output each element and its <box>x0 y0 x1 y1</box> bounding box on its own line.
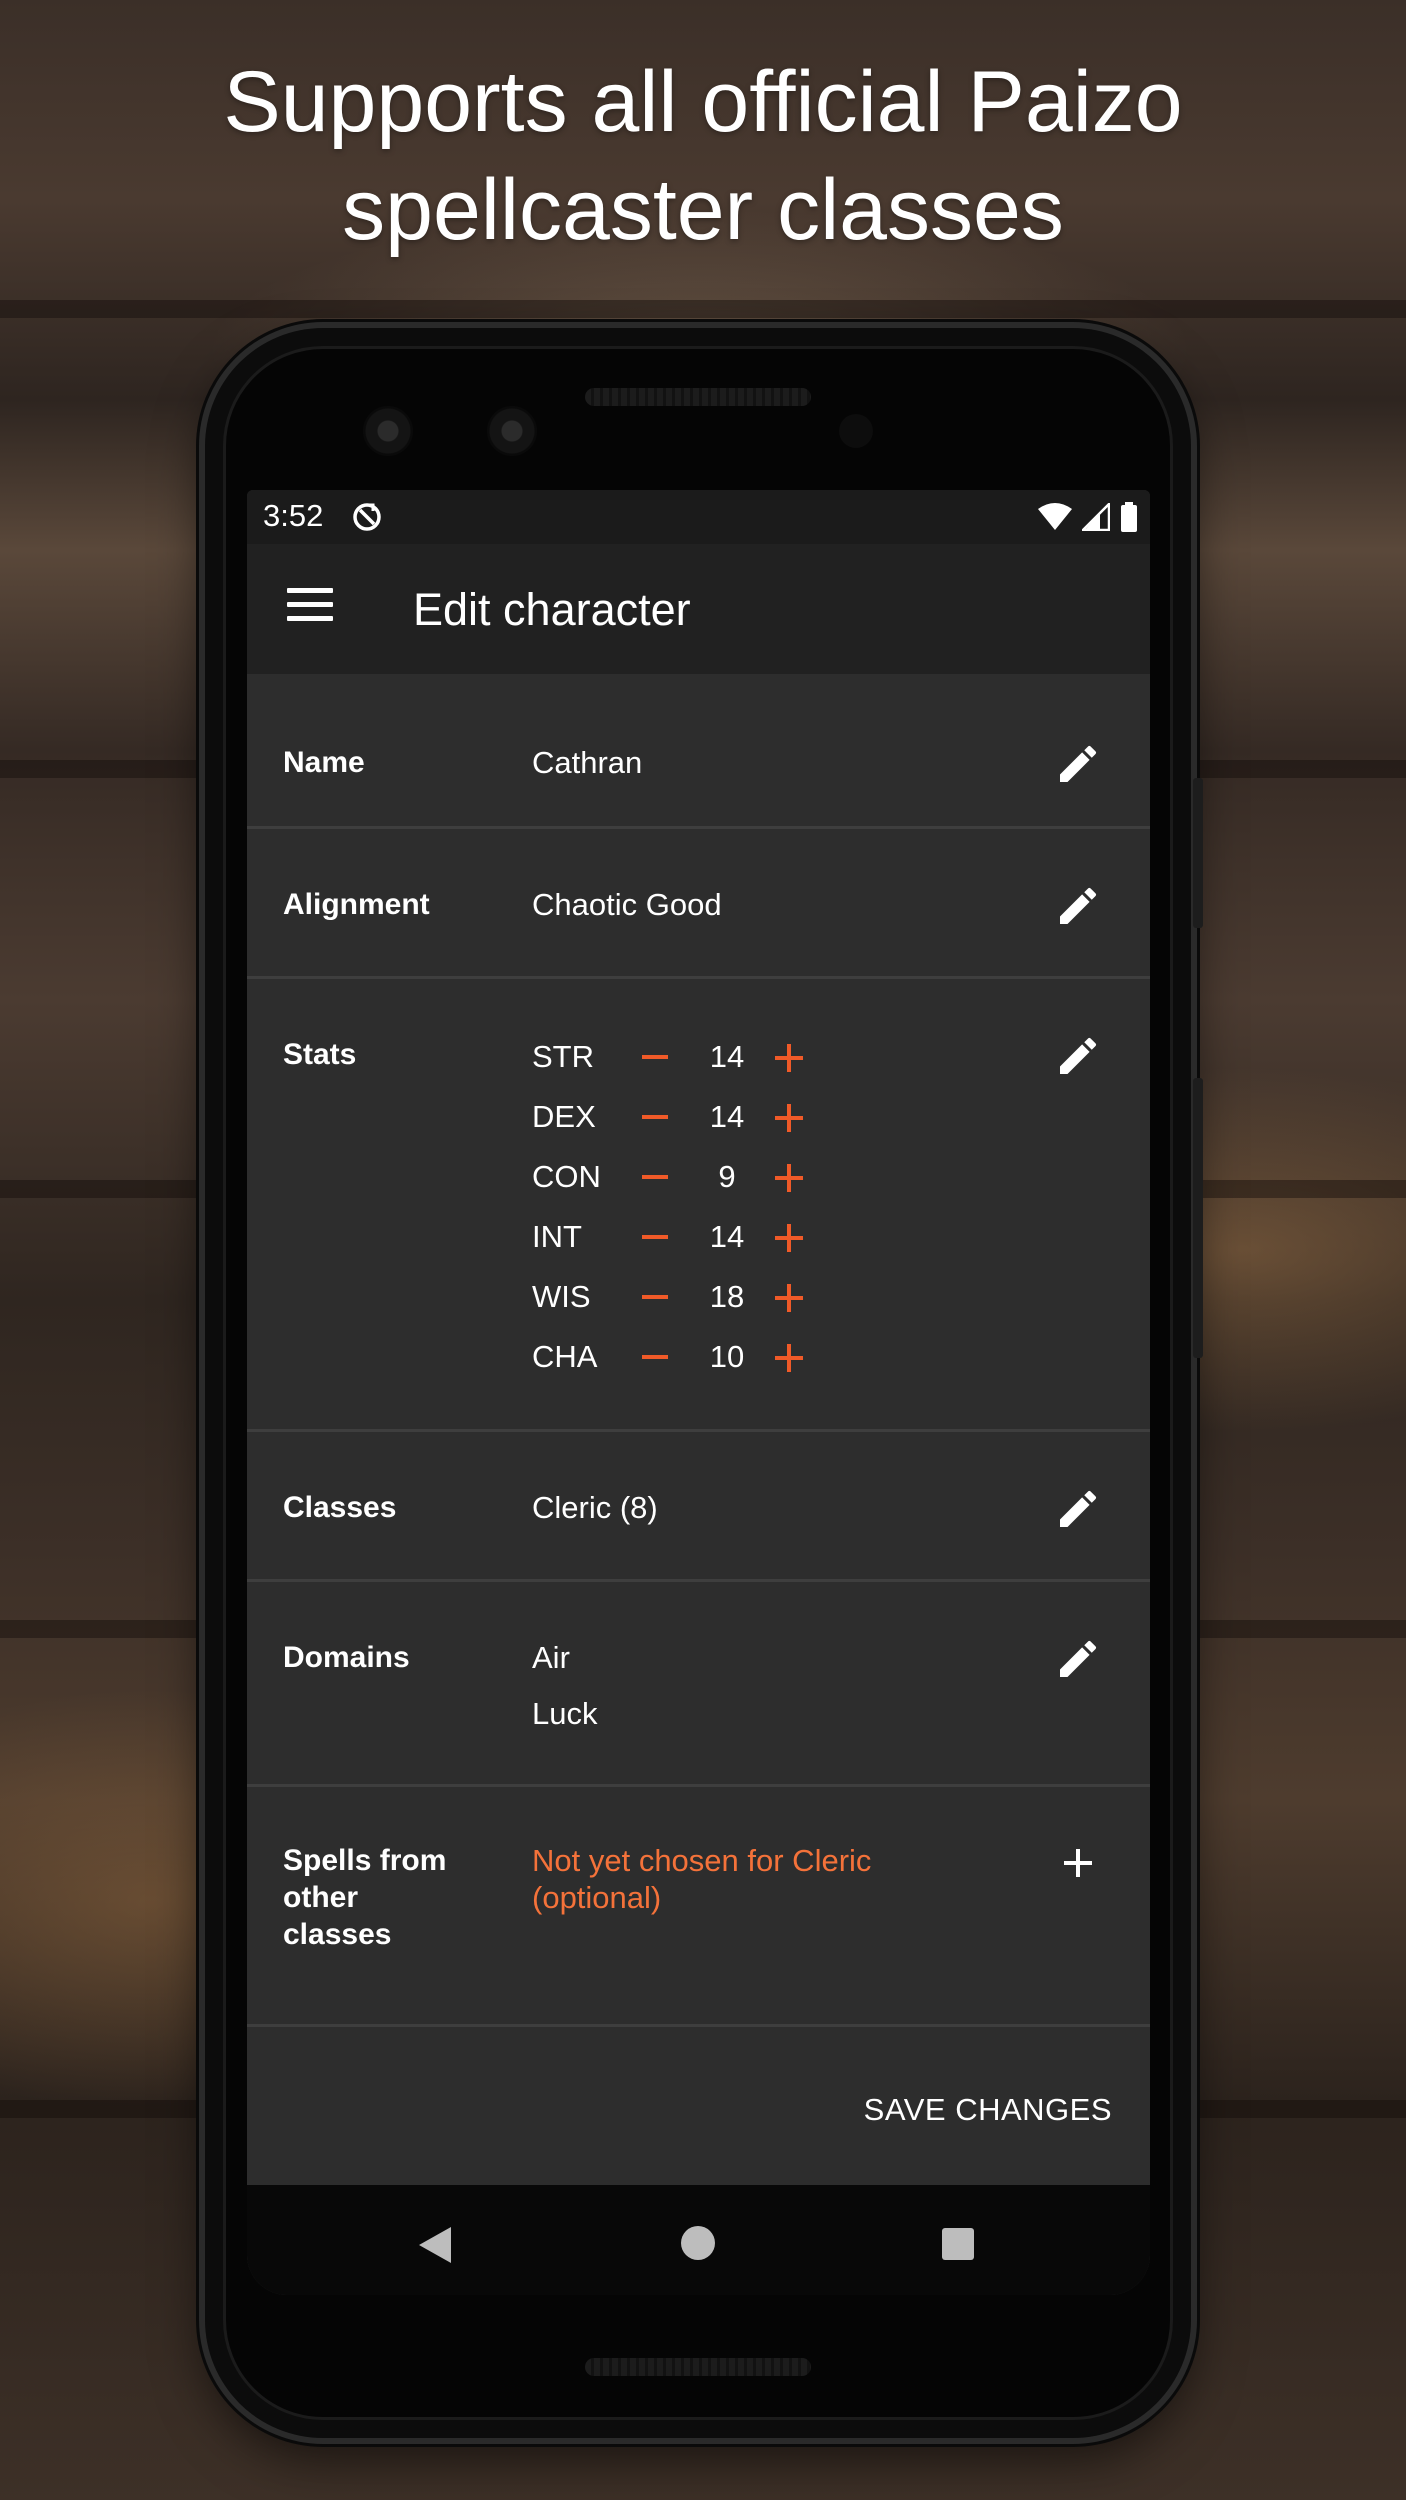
page-title: Edit character <box>413 584 691 635</box>
domains-label: Domains <box>283 1641 410 1674</box>
stat-cha: CHA 10 <box>532 1337 832 1377</box>
earpiece-speaker <box>585 388 811 406</box>
sync-icon <box>353 503 381 531</box>
stat-abbr: CON <box>532 1159 601 1194</box>
wifi-icon <box>1038 503 1072 530</box>
other-classes-spells-row: Spells from other classes Not yet chosen… <box>247 1787 1150 2027</box>
proximity-sensor <box>839 414 873 448</box>
other-spells-value-line: Not yet chosen for Cleric <box>532 1843 872 1878</box>
edit-domains-pencil-icon[interactable] <box>1054 1635 1102 1683</box>
edit-stats-pencil-icon[interactable] <box>1054 1032 1102 1080</box>
stat-value: 10 <box>709 1339 745 1374</box>
increment-wis-icon[interactable] <box>775 1284 803 1312</box>
domain-item: Air <box>532 1640 570 1675</box>
name-value: Cathran <box>532 745 643 780</box>
status-bar: 3:52 <box>247 490 1150 544</box>
save-changes-button[interactable]: SAVE CHANGES <box>864 2092 1112 2128</box>
alignment-value: Chaotic Good <box>532 887 722 922</box>
stat-str: STR 14 <box>532 1037 832 1077</box>
stat-abbr: CHA <box>532 1339 598 1374</box>
system-nav-bar <box>247 2185 1150 2295</box>
decrement-str-icon[interactable] <box>642 1055 668 1059</box>
other-spells-label: Spells from other classes <box>283 1842 446 1953</box>
edit-alignment-pencil-icon[interactable] <box>1054 882 1102 930</box>
background-band <box>0 300 1406 318</box>
power-button <box>1193 778 1203 928</box>
classes-value: Cleric (8) <box>532 1490 658 1525</box>
other-spells-label-line: Spells from <box>283 1844 447 1877</box>
stat-int: INT 14 <box>532 1217 832 1257</box>
stat-value: 18 <box>709 1279 745 1314</box>
stat-wis: WIS 18 <box>532 1277 832 1317</box>
edit-classes-pencil-icon[interactable] <box>1054 1485 1102 1533</box>
back-icon[interactable] <box>417 2225 453 2265</box>
classes-label: Classes <box>283 1491 397 1524</box>
front-camera-icon <box>487 406 537 456</box>
battery-icon <box>1121 502 1137 532</box>
menu-icon[interactable] <box>287 588 333 628</box>
stats-label: Stats <box>283 1038 357 1071</box>
status-time: 3:52 <box>263 498 324 533</box>
decrement-cha-icon[interactable] <box>642 1355 668 1359</box>
other-spells-value: Not yet chosen for Cleric (optional) <box>532 1842 871 1916</box>
alignment-row: Alignment Chaotic Good <box>247 829 1150 979</box>
decrement-dex-icon[interactable] <box>642 1115 668 1119</box>
other-spells-label-line: other <box>283 1881 358 1914</box>
increment-int-icon[interactable] <box>775 1224 803 1252</box>
edit-name-pencil-icon[interactable] <box>1054 740 1102 788</box>
app-bar: Edit character <box>247 544 1150 674</box>
decrement-int-icon[interactable] <box>642 1235 668 1239</box>
increment-dex-icon[interactable] <box>775 1104 803 1132</box>
stats-row: Stats STR 14 DEX 14 CON 9 INT 14 WIS 18 … <box>247 979 1150 1432</box>
other-spells-label-line: classes <box>283 1918 392 1951</box>
decrement-wis-icon[interactable] <box>642 1295 668 1299</box>
classes-row: Classes Cleric (8) <box>247 1432 1150 1582</box>
headline-line-2: spellcaster classes <box>342 162 1064 258</box>
alignment-label: Alignment <box>283 888 430 921</box>
status-icons <box>1038 500 1138 534</box>
stat-dex: DEX 14 <box>532 1097 832 1137</box>
increment-con-icon[interactable] <box>775 1164 803 1192</box>
headline-line-1: Supports all official Paizo <box>223 54 1183 150</box>
stat-value: 14 <box>709 1219 745 1254</box>
front-camera-icon <box>363 406 413 456</box>
domains-row: Domains Air Luck <box>247 1582 1150 1787</box>
name-label: Name <box>283 746 365 779</box>
stat-con: CON 9 <box>532 1157 832 1197</box>
increment-cha-icon[interactable] <box>775 1344 803 1372</box>
name-row: Name Cathran <box>247 674 1150 829</box>
increment-str-icon[interactable] <box>775 1044 803 1072</box>
phone-screen: 3:52 Edit character Name Cathran Alignme… <box>247 490 1150 2295</box>
domain-item: Luck <box>532 1696 598 1731</box>
stat-abbr: INT <box>532 1219 582 1254</box>
decrement-con-icon[interactable] <box>642 1175 668 1179</box>
volume-button <box>1193 1078 1203 1358</box>
bottom-speaker <box>585 2358 811 2376</box>
stat-abbr: STR <box>532 1039 594 1074</box>
signal-icon <box>1082 503 1110 531</box>
stat-abbr: DEX <box>532 1099 596 1134</box>
stat-value: 14 <box>709 1039 745 1074</box>
promo-headline: Supports all official Paizo spellcaster … <box>0 48 1406 264</box>
add-spells-plus-icon[interactable] <box>1054 1839 1102 1887</box>
recents-icon[interactable] <box>941 2227 975 2261</box>
stat-value: 14 <box>709 1099 745 1134</box>
other-spells-value-line: (optional) <box>532 1880 662 1915</box>
stat-value: 9 <box>718 1159 736 1194</box>
home-icon[interactable] <box>680 2225 716 2261</box>
stat-abbr: WIS <box>532 1279 591 1314</box>
